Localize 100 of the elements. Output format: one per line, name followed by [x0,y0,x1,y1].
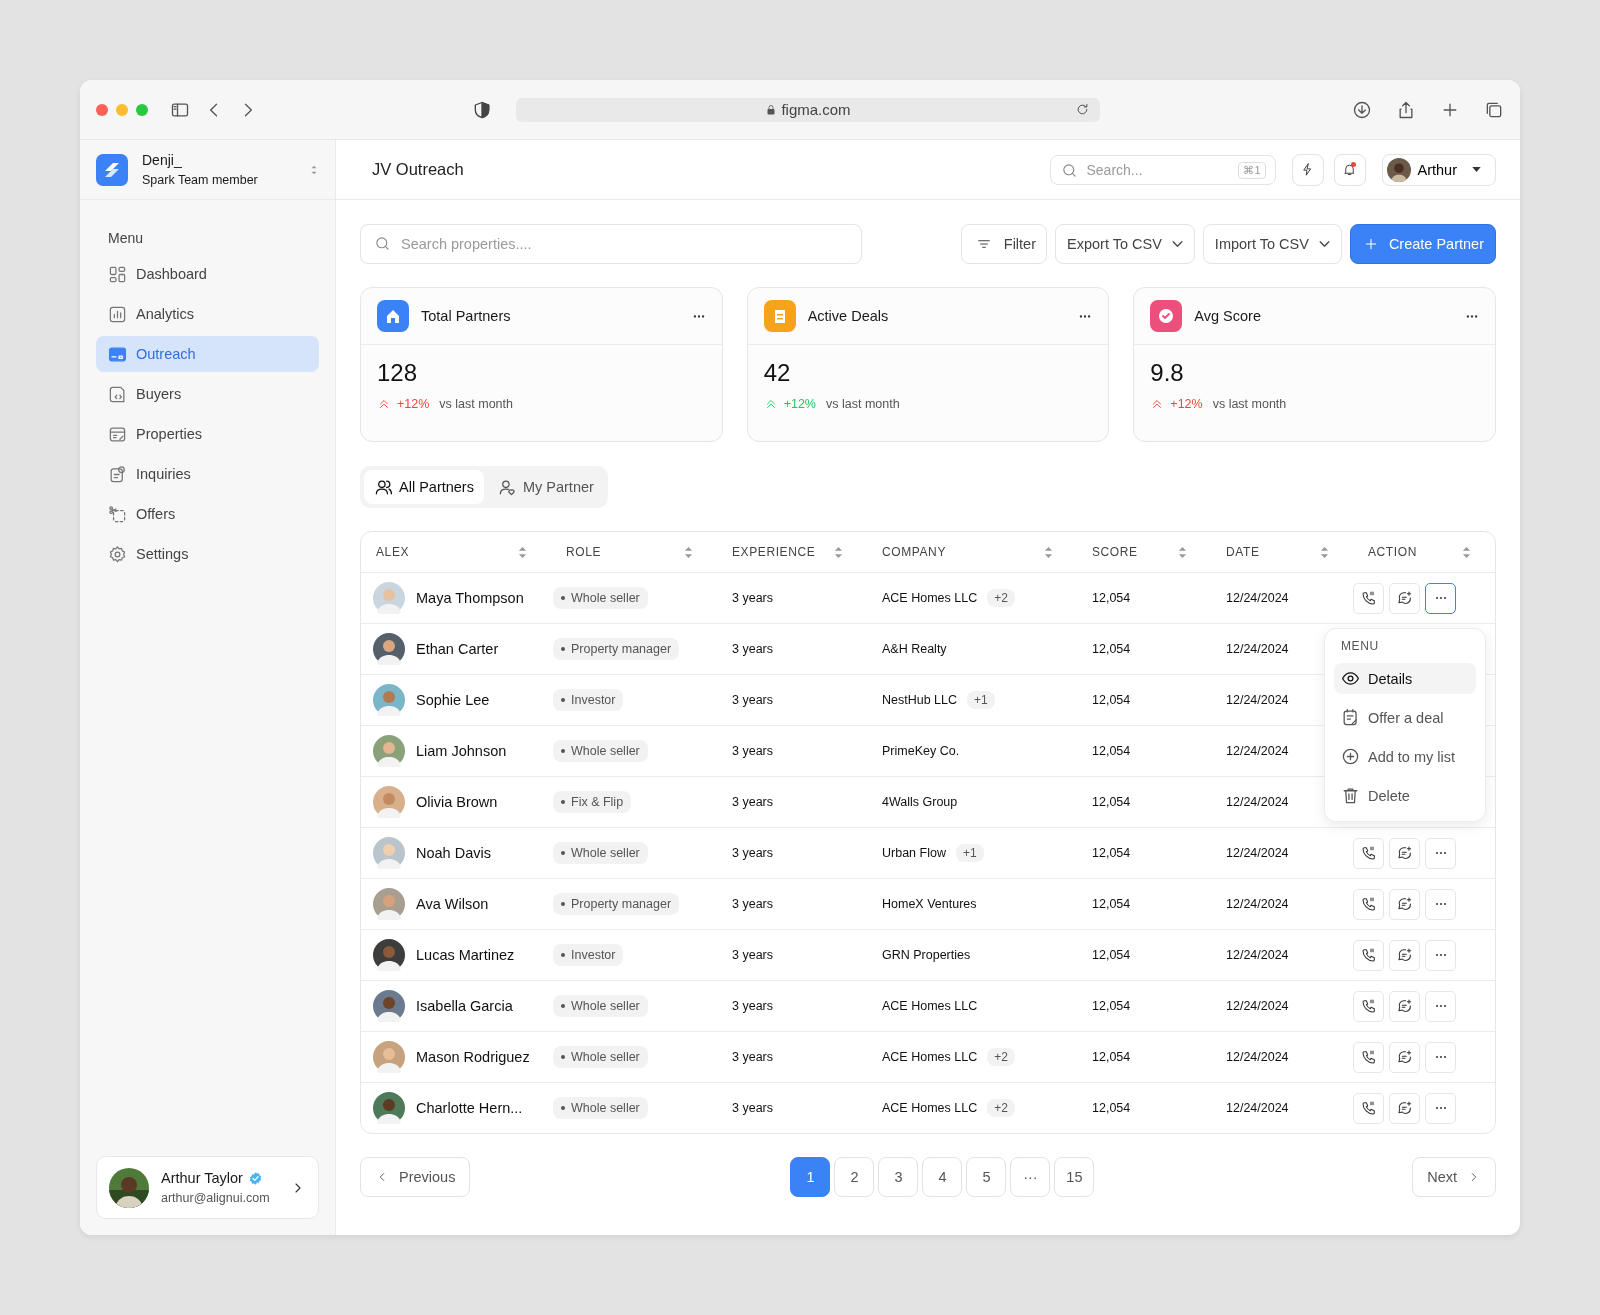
table-cell: 12/24/2024 [1226,744,1289,758]
address-bar[interactable]: figma.com [516,97,1100,122]
phone-icon [1360,896,1377,912]
more-icon[interactable] [1465,313,1479,319]
sort-icon[interactable] [1462,545,1471,559]
chat-add-icon [1396,896,1413,912]
message-button[interactable] [1389,939,1420,971]
sort-icon[interactable] [1044,545,1053,559]
stat-value: 9.8 [1150,359,1185,387]
table-cell: 12,054 [1092,591,1131,605]
sidebar-item[interactable]: Analytics [96,296,319,332]
close-window-button[interactable] [96,103,108,116]
settings-icon [108,544,127,564]
workspace-name: Denji_ [142,152,183,168]
analytics-icon [108,304,127,324]
company-name: Urban Flow [882,846,946,860]
call-button[interactable] [1353,1041,1384,1073]
message-button[interactable] [1389,1041,1420,1073]
table-cell: 12/24/2024 [1226,1101,1289,1115]
call-button[interactable] [1353,837,1384,869]
menu-item[interactable]: Delete [1334,780,1476,811]
sidebar-item[interactable]: Dashboard [96,256,319,292]
sidebar-item[interactable]: Outreach [96,336,319,372]
company-name: ACE Homes LLC [882,1101,978,1115]
account-button[interactable]: Arthur [1381,153,1496,186]
call-button[interactable] [1353,1092,1384,1124]
lightning-button[interactable] [1291,153,1324,186]
change-percent: +12% [783,397,816,411]
menu-item[interactable]: Offer a deal [1334,702,1476,733]
filter-button[interactable]: Filter [960,223,1047,264]
message-button[interactable] [1389,837,1420,869]
previous-button[interactable]: Previous [360,1157,471,1197]
change-percent: +12% [1170,397,1203,411]
lock-icon [765,103,778,116]
table-cell: 12/24/2024 [1226,1050,1289,1064]
column-header[interactable]: ROLE [566,545,602,559]
next-button[interactable]: Next [1412,1157,1496,1197]
sort-icon[interactable] [518,545,527,559]
message-button[interactable] [1389,888,1420,920]
message-button[interactable] [1389,990,1420,1022]
page-button[interactable]: 1 [790,1157,831,1197]
tab[interactable]: My Partner [487,470,604,504]
company-name: GRN Properties [882,948,971,962]
sidebar-item[interactable]: Inquiries [96,456,319,492]
column-header[interactable]: ALEX [376,545,410,559]
partner-name: Liam Johnson [416,743,507,759]
menu-heading: MENU [1340,639,1380,655]
more-icon[interactable] [691,313,706,319]
download-icon[interactable] [1352,99,1372,120]
dropdown-button[interactable]: Export To CSV [1055,223,1195,264]
sort-icon[interactable] [684,545,693,559]
more-icon[interactable] [1078,313,1093,319]
message-button[interactable] [1389,582,1420,614]
create-button[interactable]: Create Partner [1349,223,1496,264]
page-button[interactable]: 4 [922,1157,963,1197]
card-title: Active Deals [807,308,890,324]
shield-icon[interactable] [472,99,492,120]
partner-name: Charlotte Hern... [416,1100,523,1116]
more-button[interactable] [1425,582,1456,614]
count-badge: +2 [987,1099,1015,1117]
page-button[interactable]: 3 [878,1157,919,1197]
search-field[interactable]: Search properties.... [360,223,862,264]
sidebar-item[interactable]: Settings [96,536,319,572]
user-card[interactable]: Arthur Taylor arthur@alignui.com [96,1156,319,1219]
sort-icon[interactable] [834,545,843,559]
search-icon [1060,161,1078,179]
page-button[interactable]: 5 [966,1157,1007,1197]
company-name: A&H Realty [882,642,947,656]
notifications-button[interactable] [1333,153,1366,186]
table-cell: 3 years [732,999,773,1013]
page-button[interactable]: 2 [834,1157,875,1197]
menu-item[interactable]: Details [1334,663,1476,694]
call-button[interactable] [1353,888,1384,920]
message-button[interactable] [1389,1092,1420,1124]
reload-icon[interactable] [1075,101,1090,117]
menu-item[interactable]: Add to my list [1334,741,1476,772]
sidebar-item[interactable]: Buyers [96,376,319,412]
user-name: Arthur Taylor [161,1170,243,1186]
table-cell: 12/24/2024 [1226,948,1289,962]
call-button[interactable] [1353,582,1384,614]
chat-add-icon [1396,590,1413,606]
dropdown-button[interactable]: Import To CSV [1202,223,1342,264]
sort-icon[interactable] [1320,545,1329,559]
role-tag: Whole seller [553,587,648,609]
column-header[interactable]: COMPANY [882,545,946,559]
column-header[interactable]: DATE [1226,545,1260,559]
column-header[interactable]: ACTION [1368,545,1417,559]
call-button[interactable] [1353,990,1384,1022]
tab[interactable]: All Partners [364,470,484,504]
sidebar-item[interactable]: Properties [96,416,319,452]
page-button[interactable]: ··· [1010,1157,1051,1197]
column-header[interactable]: SCORE [1092,545,1138,559]
page-button[interactable]: 15 [1054,1157,1095,1197]
count-badge: +1 [955,844,984,862]
company-name: NestHub LLC [882,693,958,707]
phone-icon [1360,998,1377,1014]
sort-icon[interactable] [1178,545,1187,559]
column-header[interactable]: EXPERIENCE [732,545,816,559]
call-button[interactable] [1353,939,1384,971]
sidebar-item[interactable]: Offers [96,496,319,532]
